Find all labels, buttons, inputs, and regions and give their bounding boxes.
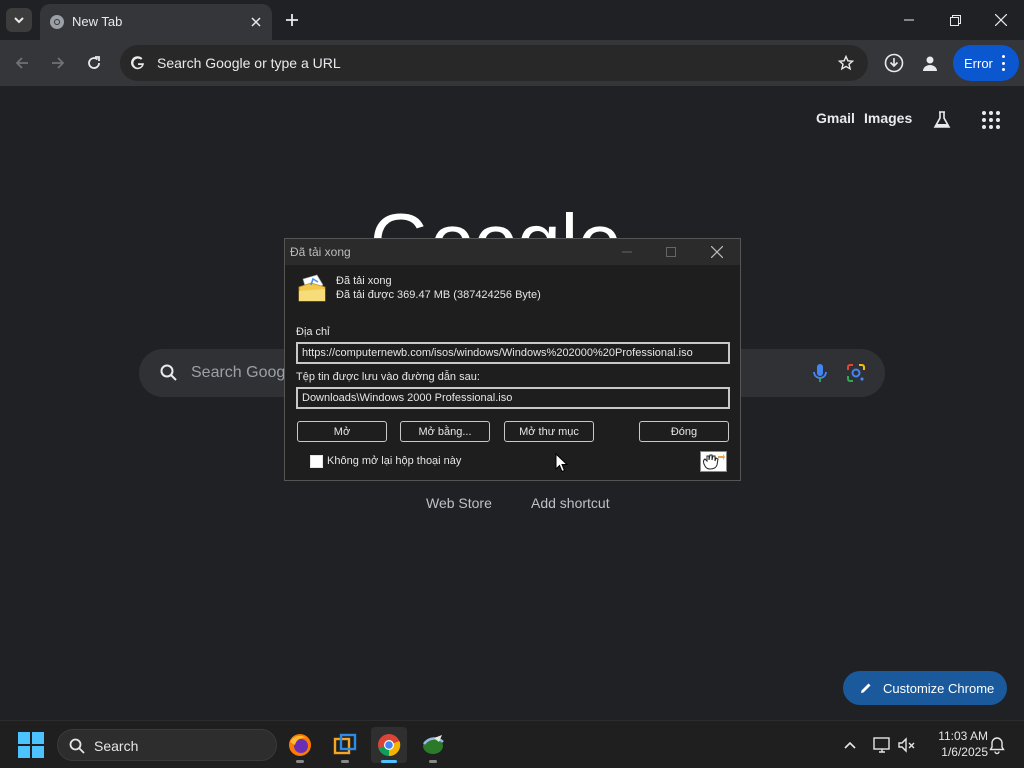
- arrow-right-icon: [52, 57, 65, 69]
- network-icon[interactable]: [872, 735, 892, 755]
- folder-document-icon: [298, 274, 326, 302]
- bookmark-star-button[interactable]: [836, 53, 856, 73]
- chrome-favicon-icon: [50, 15, 64, 29]
- dialog-titlebar[interactable]: Đã tải xong: [285, 239, 740, 265]
- customize-chrome-label: Customize Chrome: [883, 680, 995, 696]
- arrow-left-icon: [15, 57, 28, 69]
- close-icon: [251, 17, 261, 27]
- saved-path-field[interactable]: Downloads\Windows 2000 Professional.iso: [296, 387, 730, 409]
- forward-button[interactable]: [44, 49, 72, 77]
- clock-time: 11:03 AM: [938, 729, 988, 743]
- shortcut-web-store[interactable]: Web Store: [426, 495, 492, 511]
- dialog-maximize-button[interactable]: [649, 239, 693, 265]
- vm-icon: [333, 733, 357, 755]
- labs-flask-icon[interactable]: [928, 106, 956, 134]
- person-icon: [923, 56, 937, 71]
- saved-path-label: Tệp tin được lưu vào đường dẫn sau:: [296, 371, 480, 383]
- running-indicator: [296, 760, 304, 763]
- idm-hand-icon[interactable]: [700, 451, 727, 472]
- download-icon: [884, 53, 904, 73]
- restore-button[interactable]: [932, 0, 978, 40]
- firefox-icon: [289, 734, 311, 756]
- status-detail: Đã tải được 369.47 MB (387424256 Byte): [336, 289, 541, 301]
- status-heading: Đã tải xong: [336, 275, 392, 287]
- show-hidden-icons-chevron-up-icon[interactable]: [840, 735, 860, 755]
- error-profile-chip[interactable]: Error: [953, 45, 1019, 81]
- open-with-button[interactable]: Mở bằng...: [400, 421, 490, 442]
- chevron-down-icon: [14, 17, 24, 24]
- google-lens-icon[interactable]: [845, 362, 867, 384]
- maximize-icon: [666, 247, 676, 257]
- close-window-button[interactable]: [978, 0, 1024, 40]
- browser-toolbar: Search Google or type a URL Error: [0, 40, 1024, 86]
- clock-date: 1/6/2025: [941, 745, 988, 759]
- desktop-screen: New Tab Search Google or type a URL Erro…: [0, 0, 1024, 768]
- downloads-button[interactable]: [880, 49, 908, 77]
- taskbar-app-firefox[interactable]: [282, 727, 318, 763]
- flask-icon: [933, 111, 951, 128]
- download-complete-dialog: Đã tải xong Đã tải xong Đã tải được 369.…: [284, 238, 741, 481]
- notification-bell-icon[interactable]: [987, 735, 1007, 755]
- open-button[interactable]: Mở: [297, 421, 387, 442]
- microphone-icon[interactable]: [809, 362, 831, 384]
- mouse-cursor-icon: [555, 453, 569, 473]
- tab-title: New Tab: [72, 14, 123, 29]
- images-link[interactable]: Images: [864, 110, 912, 126]
- minimize-button[interactable]: [886, 0, 932, 40]
- new-tab-button[interactable]: [280, 8, 304, 32]
- reload-icon: [88, 56, 100, 69]
- minimize-icon: [904, 19, 914, 21]
- profile-button[interactable]: [916, 49, 944, 77]
- taskbar-search-box[interactable]: Search: [57, 729, 277, 761]
- close-icon: [995, 14, 1007, 26]
- idm-icon: [423, 735, 444, 754]
- back-button[interactable]: [8, 49, 36, 77]
- taskbar-search-label: Search: [94, 738, 139, 754]
- customize-chrome-button[interactable]: Customize Chrome: [843, 671, 1007, 705]
- tab-close-button[interactable]: [246, 12, 266, 32]
- pencil-icon: [861, 683, 871, 693]
- tab-new-tab[interactable]: New Tab: [40, 4, 272, 40]
- more-menu-icon: [1001, 55, 1005, 71]
- close-icon: [711, 246, 723, 258]
- gmail-link[interactable]: Gmail: [816, 110, 855, 126]
- chrome-icon: [378, 734, 401, 757]
- tab-strip: New Tab: [0, 0, 1024, 40]
- windows-taskbar: Search 11:03 AM 1/6/2025: [0, 720, 1024, 768]
- reload-button[interactable]: [80, 49, 108, 77]
- omnibox-placeholder: Search Google or type a URL: [157, 55, 341, 71]
- omnibox[interactable]: Search Google or type a URL: [120, 45, 868, 81]
- dialog-close-button[interactable]: [695, 239, 739, 265]
- active-indicator: [381, 760, 397, 763]
- taskbar-app-vm[interactable]: [327, 727, 363, 763]
- tab-search-button[interactable]: [6, 8, 32, 32]
- taskbar-app-chrome[interactable]: [371, 727, 407, 763]
- running-indicator: [429, 760, 437, 763]
- minimize-icon: [622, 251, 632, 253]
- dont-show-again-checkbox[interactable]: [310, 455, 323, 468]
- dont-show-again-label: Không mở lại hộp thoại này: [327, 455, 462, 467]
- start-button-windows-icon[interactable]: [18, 732, 44, 758]
- taskbar-app-idm[interactable]: [415, 727, 451, 763]
- google-apps-icon[interactable]: [976, 106, 1004, 134]
- plus-icon: [286, 14, 298, 26]
- close-dialog-button[interactable]: Đóng: [639, 421, 729, 442]
- hand-icon: [703, 454, 725, 470]
- address-label: Địa chỉ: [296, 326, 330, 338]
- open-folder-button[interactable]: Mở thư mục: [504, 421, 594, 442]
- volume-muted-icon[interactable]: [897, 735, 917, 755]
- system-clock[interactable]: 11:03 AM 1/6/2025: [922, 728, 988, 760]
- error-chip-label: Error: [964, 55, 993, 71]
- address-field[interactable]: https://computernewb.com/isos/windows/Wi…: [296, 342, 730, 364]
- restore-icon: [949, 14, 961, 26]
- dialog-title: Đã tải xong: [290, 245, 351, 259]
- search-icon: [160, 364, 177, 381]
- google-g-icon: [131, 56, 144, 70]
- dialog-body: Đã tải xong Đã tải được 369.47 MB (38742…: [285, 265, 740, 480]
- dialog-minimize-button[interactable]: [605, 239, 649, 265]
- star-icon: [838, 55, 854, 71]
- search-icon: [69, 738, 85, 754]
- shortcut-add[interactable]: Add shortcut: [531, 495, 610, 511]
- running-indicator: [341, 760, 349, 763]
